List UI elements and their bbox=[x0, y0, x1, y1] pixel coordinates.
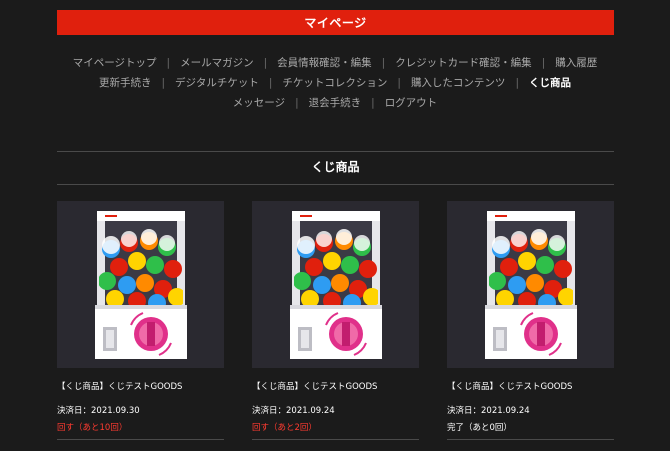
card-spin-link[interactable]: 回す（あと10回） bbox=[57, 421, 224, 433]
section-divider-top bbox=[57, 151, 614, 152]
nav-row-2: 更新手続き | デジタルチケット | チケットコレクション | 購入したコンテン… bbox=[40, 73, 630, 93]
nav-separator: | bbox=[371, 97, 375, 109]
card-spin-link[interactable]: 回す（あと2回） bbox=[252, 421, 419, 433]
mypage-nav: マイページトップ | メールマガジン | 会員情報確認・編集 | クレジットカー… bbox=[40, 53, 630, 113]
card-title[interactable]: 【くじ商品】くじテストGOODS bbox=[57, 380, 224, 392]
gacha-machine-icon bbox=[94, 210, 187, 359]
card-image[interactable] bbox=[252, 201, 419, 368]
gacha-machine-icon bbox=[484, 210, 577, 359]
kuji-card[interactable]: 【くじ商品】くじテストGOODS 決済日：2021.09.24 完了（あと0回） bbox=[447, 201, 614, 440]
nav-item-logout[interactable]: ログアウト bbox=[385, 93, 438, 113]
card-status-complete: 完了（あと0回） bbox=[447, 423, 512, 433]
nav-item-ticket-collection[interactable]: チケットコレクション bbox=[282, 73, 387, 93]
nav-item-mypage-top[interactable]: マイページトップ bbox=[73, 53, 157, 73]
nav-row-1: マイページトップ | メールマガジン | 会員情報確認・編集 | クレジットカー… bbox=[40, 53, 630, 73]
nav-item-member-info[interactable]: 会員情報確認・編集 bbox=[277, 53, 372, 73]
card-payment-date: 決済日：2021.09.24 bbox=[447, 406, 530, 416]
gacha-machine-icon bbox=[289, 210, 382, 359]
card-payment-date: 決済日：2021.09.24 bbox=[252, 406, 335, 416]
nav-separator: | bbox=[515, 77, 519, 89]
card-divider bbox=[252, 439, 419, 440]
kuji-card[interactable]: 【くじ商品】くじテストGOODS 決済日：2021.09.24 回す（あと2回） bbox=[252, 201, 419, 440]
nav-item-mail-magazine[interactable]: メールマガジン bbox=[180, 53, 254, 73]
nav-item-purchase-history[interactable]: 購入履歴 bbox=[555, 53, 597, 73]
nav-item-purchased-contents[interactable]: 購入したコンテンツ bbox=[411, 73, 506, 93]
nav-separator: | bbox=[263, 57, 268, 69]
nav-row-3: メッセージ | 退会手続き | ログアウト bbox=[40, 93, 630, 113]
card-title[interactable]: 【くじ商品】くじテストGOODS bbox=[252, 380, 419, 392]
card-divider bbox=[57, 439, 224, 440]
card-image[interactable] bbox=[57, 201, 224, 368]
page-title: マイページ bbox=[304, 16, 367, 30]
nav-separator: | bbox=[161, 77, 166, 89]
nav-separator: | bbox=[541, 57, 546, 69]
mypage: マイページ マイページトップ | メールマガジン | 会員情報確認・編集 | ク… bbox=[0, 0, 670, 451]
nav-item-digital-ticket[interactable]: デジタルチケット bbox=[175, 73, 259, 93]
section-title: くじ商品 bbox=[311, 160, 360, 174]
kuji-card[interactable]: 【くじ商品】くじテストGOODS 決済日：2021.09.30 回す（あと10回… bbox=[57, 201, 224, 440]
card-payment-date: 決済日：2021.09.30 bbox=[57, 406, 140, 416]
page-title-bar: マイページ bbox=[57, 10, 614, 35]
nav-separator: | bbox=[295, 97, 299, 109]
nav-item-messages[interactable]: メッセージ bbox=[233, 93, 285, 113]
nav-item-withdraw[interactable]: 退会手続き bbox=[309, 93, 362, 113]
nav-separator: | bbox=[381, 57, 386, 69]
nav-separator: | bbox=[397, 77, 401, 89]
nav-separator: | bbox=[268, 77, 273, 89]
section-divider-bottom bbox=[57, 184, 614, 185]
card-image[interactable] bbox=[447, 201, 614, 368]
nav-item-credit-card[interactable]: クレジットカード確認・編集 bbox=[395, 53, 532, 73]
card-title[interactable]: 【くじ商品】くじテストGOODS bbox=[447, 380, 614, 392]
card-divider bbox=[447, 439, 614, 440]
nav-item-renewal[interactable]: 更新手続き bbox=[99, 73, 152, 93]
nav-separator: | bbox=[166, 57, 171, 69]
nav-item-kuji[interactable]: くじ商品 bbox=[529, 73, 571, 93]
